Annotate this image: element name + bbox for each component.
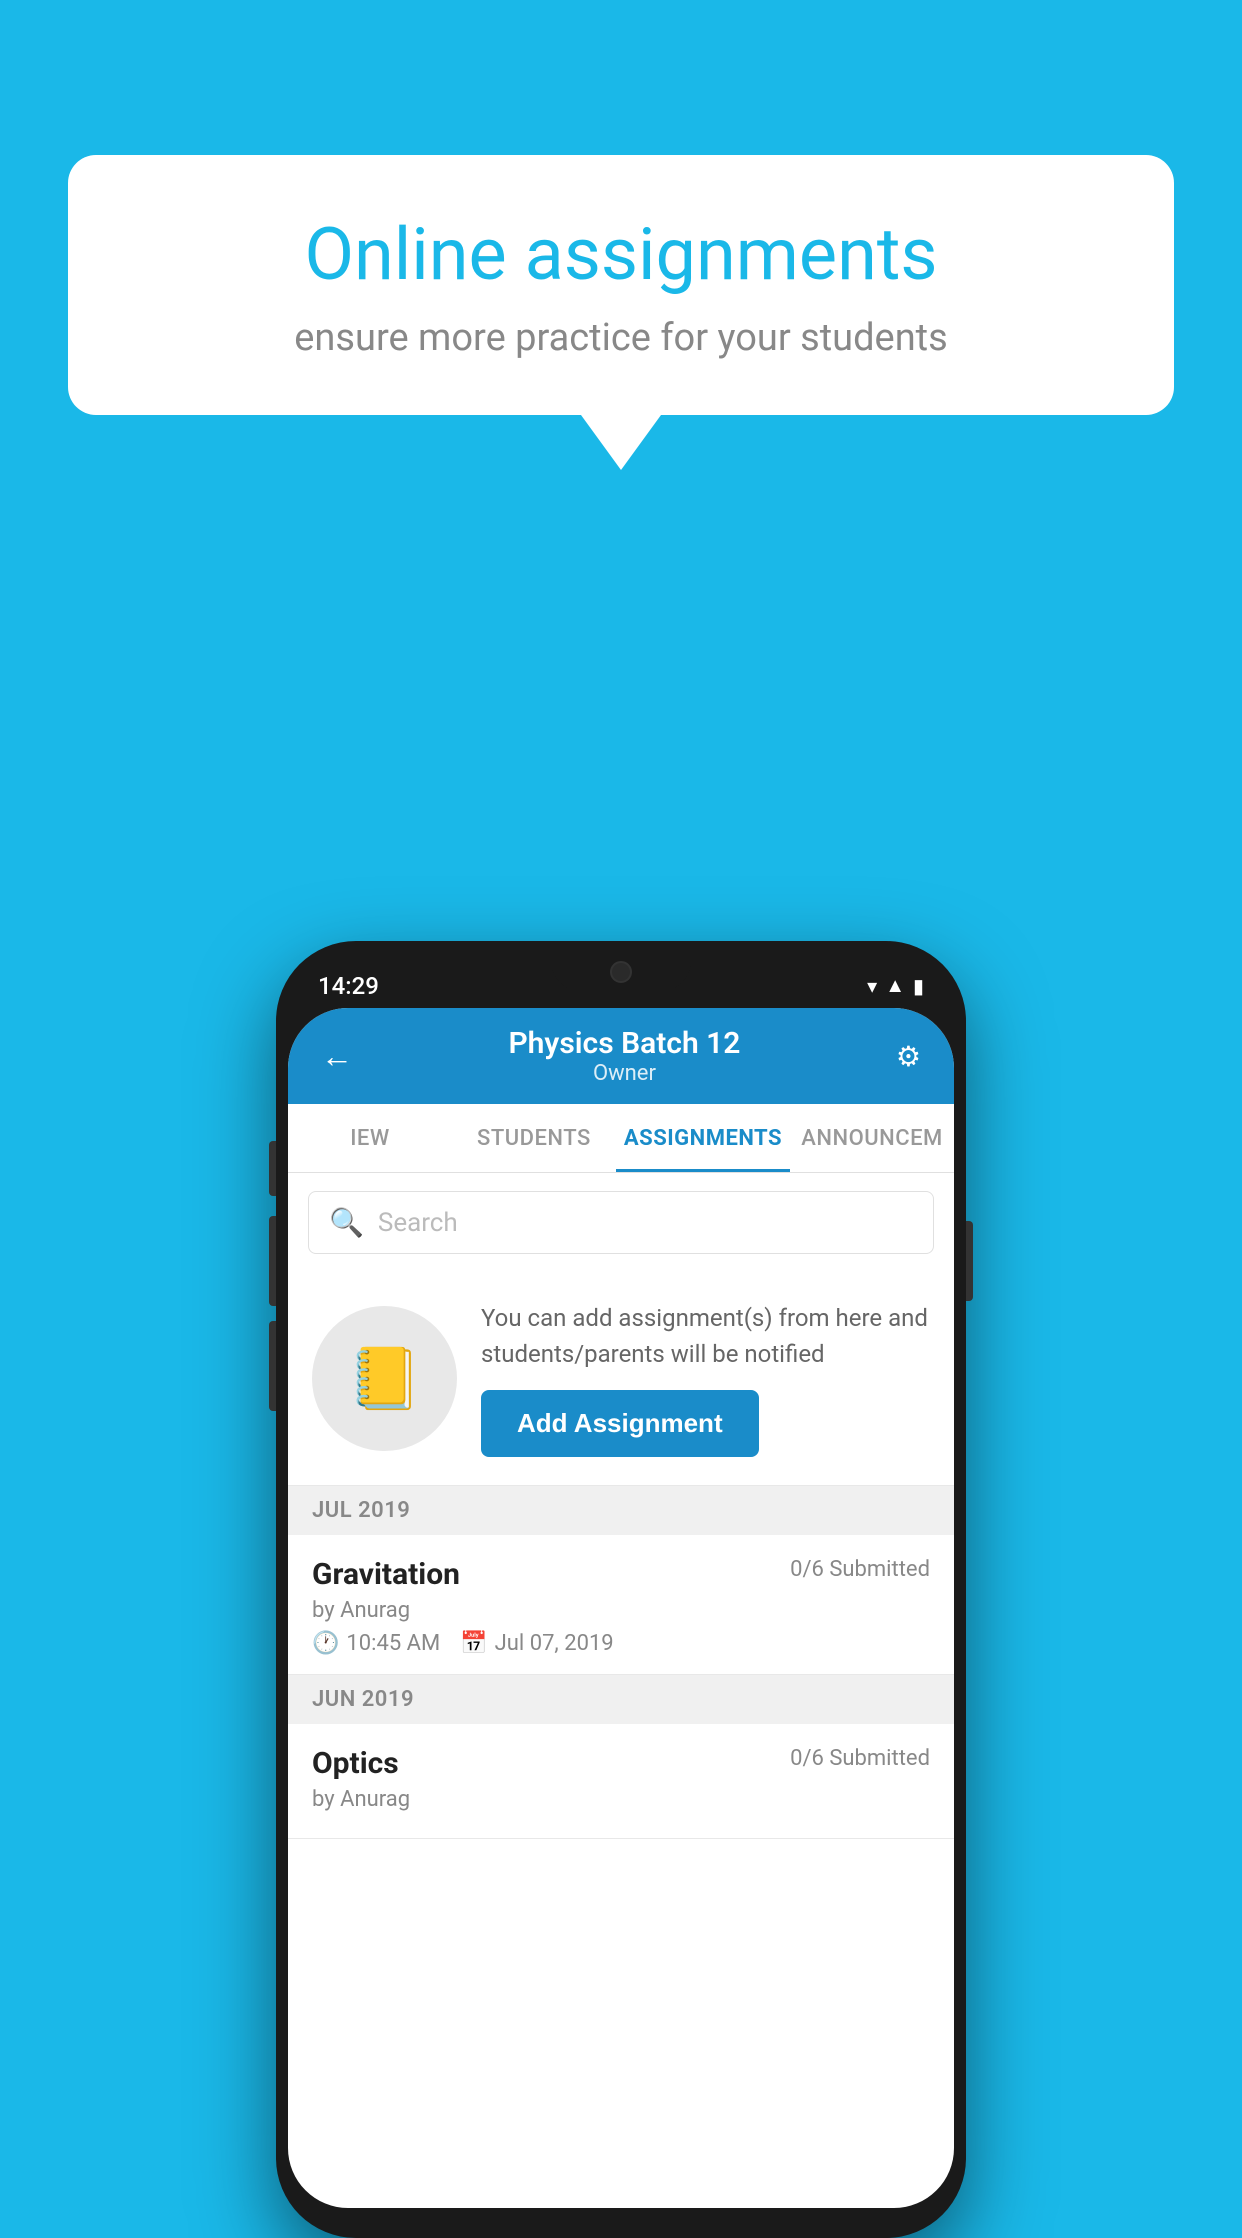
settings-button[interactable]: ⚙ (891, 1035, 926, 1078)
phone-screen: ← Physics Batch 12 Owner ⚙ IEW STUDENTS … (288, 1008, 954, 2208)
phone-wrapper: 14:29 ▾ ▲ ▮ ← Physics Batch 12 Owner ⚙ (276, 941, 966, 2238)
phone-side-btn-left3 (269, 1321, 276, 1411)
phone-camera (610, 961, 632, 983)
add-assignment-button[interactable]: Add Assignment (481, 1390, 759, 1457)
calendar-icon: 📅 (460, 1631, 487, 1656)
section-header-jun2019: JUN 2019 (288, 1675, 954, 1724)
assignment-meta-gravitation: 🕐 10:45 AM 📅 Jul 07, 2019 (312, 1631, 930, 1656)
speech-bubble-arrow (581, 415, 661, 470)
assignment-time-gravitation: 🕐 10:45 AM (312, 1631, 440, 1656)
add-assignment-card: 📒 You can add assignment(s) from here an… (288, 1272, 954, 1486)
app-bar: ← Physics Batch 12 Owner ⚙ (288, 1008, 954, 1104)
speech-bubble: Online assignments ensure more practice … (68, 155, 1174, 415)
add-assignment-description: You can add assignment(s) from here and … (481, 1300, 930, 1372)
app-bar-subtitle: Owner (358, 1061, 891, 1086)
phone-notch (551, 953, 691, 991)
phone-side-btn-right (966, 1221, 973, 1301)
tab-announcements[interactable]: ANNOUNCEM (790, 1104, 954, 1172)
assignment-row-top-optics: Optics 0/6 Submitted (312, 1746, 930, 1781)
assignment-submitted-gravitation: 0/6 Submitted (790, 1557, 930, 1582)
phone-frame: 14:29 ▾ ▲ ▮ ← Physics Batch 12 Owner ⚙ (276, 941, 966, 2238)
assignment-by-optics: by Anurag (312, 1787, 930, 1812)
assignment-notebook-icon: 📒 (347, 1343, 422, 1414)
status-time: 14:29 (318, 972, 379, 1000)
search-input[interactable]: Search (378, 1208, 458, 1238)
search-bar[interactable]: 🔍 Search (308, 1191, 934, 1254)
assignment-name-gravitation: Gravitation (312, 1557, 460, 1592)
assignment-time-value: 10:45 AM (346, 1631, 440, 1656)
assignment-by-gravitation: by Anurag (312, 1598, 930, 1623)
assignment-name-optics: Optics (312, 1746, 399, 1781)
phone-side-btn-left2 (269, 1216, 276, 1306)
clock-icon: 🕐 (312, 1631, 339, 1656)
back-button[interactable]: ← (316, 1032, 358, 1080)
tab-iew[interactable]: IEW (288, 1104, 452, 1172)
add-assignment-content: You can add assignment(s) from here and … (481, 1300, 930, 1457)
status-icons: ▾ ▲ ▮ (867, 973, 924, 998)
speech-bubble-section: Online assignments ensure more practice … (68, 155, 1174, 470)
signal-icon: ▲ (885, 973, 905, 998)
search-bar-wrapper: 🔍 Search (288, 1173, 954, 1272)
status-bar: 14:29 ▾ ▲ ▮ (288, 953, 954, 1008)
assignment-row-gravitation[interactable]: Gravitation 0/6 Submitted by Anurag 🕐 10… (288, 1535, 954, 1675)
assignment-icon-circle: 📒 (312, 1306, 457, 1451)
assignment-submitted-optics: 0/6 Submitted (790, 1746, 930, 1771)
tabs-bar: IEW STUDENTS ASSIGNMENTS ANNOUNCEM (288, 1104, 954, 1173)
tab-assignments[interactable]: ASSIGNMENTS (616, 1104, 790, 1172)
search-icon: 🔍 (329, 1206, 364, 1239)
battery-icon: ▮ (913, 974, 924, 998)
speech-bubble-title: Online assignments (138, 215, 1104, 294)
assignment-date-value: Jul 07, 2019 (495, 1631, 614, 1656)
phone-side-btn-left1 (269, 1141, 276, 1196)
app-bar-title: Physics Batch 12 (358, 1026, 891, 1061)
app-bar-center: Physics Batch 12 Owner (358, 1026, 891, 1086)
assignment-date-gravitation: 📅 Jul 07, 2019 (460, 1631, 613, 1656)
assignment-row-top: Gravitation 0/6 Submitted (312, 1557, 930, 1592)
section-header-jul2019: JUL 2019 (288, 1486, 954, 1535)
wifi-icon: ▾ (867, 974, 877, 998)
tab-students[interactable]: STUDENTS (452, 1104, 616, 1172)
assignment-row-optics[interactable]: Optics 0/6 Submitted by Anurag (288, 1724, 954, 1839)
speech-bubble-subtitle: ensure more practice for your students (138, 316, 1104, 360)
